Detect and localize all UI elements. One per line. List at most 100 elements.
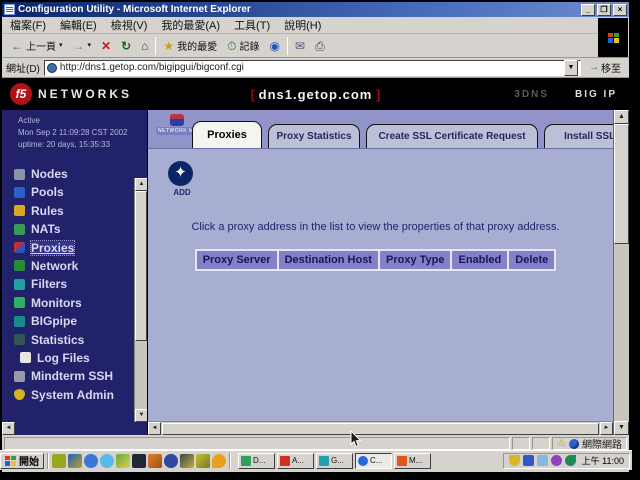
favorites-button[interactable]: ★ 我的最愛 [160, 36, 220, 55]
page-vertical-scrollbar[interactable]: ▲ ▼ [613, 110, 629, 435]
task-button[interactable]: D... [238, 453, 275, 469]
toolbar-separator [155, 37, 156, 55]
scroll-up-icon[interactable]: ▲ [135, 178, 148, 191]
sidebar-item-network[interactable]: Network [14, 259, 147, 273]
network-icon [14, 260, 25, 271]
quick-launch-icon[interactable] [180, 454, 194, 468]
scroll-down-icon[interactable]: ▼ [135, 409, 148, 422]
home-button[interactable]: ⌂ [138, 38, 151, 54]
tab-install-ssl-certificate[interactable]: Install SSL Certif [544, 124, 613, 148]
column-header-enabled: Enabled [452, 251, 507, 269]
scroll-left-icon[interactable]: ◄ [2, 422, 15, 435]
tab-strip: NETWORK MAP Proxies Proxy Statistics Cre… [148, 110, 613, 149]
menu-bar: 檔案(F) 編輯(E) 檢視(V) 我的最愛(A) 工具(T) 說明(H) [2, 17, 629, 34]
sidebar-item-filters[interactable]: Filters [14, 277, 147, 291]
taskbar: 開始 D... A... G... C... [0, 450, 632, 470]
proxies-panel: ✦ ADD Click a proxy address in the list … [148, 149, 613, 421]
menu-favorites[interactable]: 我的最愛(A) [161, 17, 220, 33]
quick-launch-icon[interactable] [212, 454, 226, 468]
go-button[interactable]: → 移至 [585, 60, 625, 75]
sidebar-item-nodes[interactable]: Nodes [14, 167, 147, 181]
menu-file[interactable]: 檔案(F) [10, 17, 46, 33]
sidebar-item-statistics[interactable]: Statistics [14, 333, 147, 347]
minimize-button[interactable]: _ [581, 4, 595, 16]
task-button[interactable]: M... [394, 453, 431, 469]
scrollbar-thumb[interactable] [614, 124, 629, 244]
tray-icon[interactable] [551, 455, 562, 466]
go-arrow-icon: → [589, 62, 599, 73]
address-field[interactable]: ▼ [44, 60, 581, 76]
browser-window: Configuration Utility - Microsoft Intern… [2, 2, 629, 472]
scroll-left-icon[interactable]: ◄ [148, 422, 161, 435]
refresh-button[interactable]: ↻ [118, 38, 134, 54]
close-button[interactable]: × [613, 4, 627, 16]
forward-dropdown-icon[interactable]: ▾ [88, 40, 92, 52]
tab-proxy-statistics[interactable]: Proxy Statistics [268, 124, 360, 148]
back-dropdown-icon[interactable]: ▾ [59, 40, 63, 52]
quick-launch-icon[interactable] [132, 454, 146, 468]
scroll-down-icon[interactable]: ▼ [614, 421, 629, 435]
tray-icon[interactable] [509, 455, 520, 466]
sidebar-item-system-admin[interactable]: System Admin [14, 388, 147, 402]
add-icon[interactable]: ✦ [168, 161, 193, 186]
menu-edit[interactable]: 編輯(E) [60, 17, 97, 33]
menu-help[interactable]: 說明(H) [284, 17, 321, 33]
refresh-icon: ↻ [121, 40, 131, 52]
start-label: 開始 [19, 453, 39, 468]
home-icon: ⌂ [141, 40, 148, 52]
scroll-up-icon[interactable]: ▲ [614, 110, 629, 124]
print-button[interactable]: ⎙ [312, 38, 328, 54]
scroll-right-icon[interactable]: ► [600, 422, 613, 435]
start-button[interactable]: 開始 [0, 453, 44, 469]
sidebar-scrollbar[interactable]: ▲ ▼ [134, 178, 147, 422]
media-button[interactable]: ◉ [267, 38, 283, 54]
mail-button[interactable]: ✉ [292, 38, 308, 54]
quick-launch-icon[interactable] [100, 454, 114, 468]
system-admin-icon [14, 389, 25, 400]
task-button-active[interactable]: C... [355, 453, 392, 469]
quick-launch-icon[interactable] [148, 454, 162, 468]
menu-tools[interactable]: 工具(T) [234, 17, 270, 33]
forward-button[interactable]: → ▾ [70, 38, 95, 54]
quick-launch-icon[interactable] [52, 454, 66, 468]
sidebar-item-bigpipe[interactable]: BIGpipe [14, 314, 147, 328]
quick-launch-icon[interactable] [116, 454, 130, 468]
sidebar-item-log-files[interactable]: Log Files [14, 351, 147, 365]
address-label: 網址(D) [6, 60, 40, 75]
back-button[interactable]: ← 上一頁 ▾ [8, 36, 66, 55]
horizontal-scrollbar[interactable]: ◄ ► [148, 421, 613, 435]
quick-launch-icon[interactable] [68, 454, 82, 468]
tray-icon[interactable] [523, 455, 534, 466]
sidebar-item-nats[interactable]: NATs [14, 222, 147, 236]
sidebar-item-mindterm-ssh[interactable]: Mindterm SSH [14, 369, 147, 383]
sidebar-item-monitors[interactable]: Monitors [14, 296, 147, 310]
proxy-table: Proxy Server Destination Host Proxy Type… [148, 249, 603, 271]
tray-icon[interactable] [565, 455, 576, 466]
task-icon [397, 456, 407, 466]
task-button[interactable]: G... [316, 453, 353, 469]
quick-launch-icon[interactable] [84, 454, 98, 468]
add-proxy-button[interactable]: ✦ ADD [168, 161, 196, 197]
column-header-destination-host: Destination Host [279, 251, 378, 269]
mouse-cursor [350, 430, 362, 448]
restore-button[interactable]: ❐ [597, 4, 611, 16]
task-button[interactable]: A... [277, 453, 314, 469]
go-label: 移至 [601, 60, 621, 75]
url-input[interactable] [60, 62, 561, 73]
quick-launch-icon[interactable] [196, 454, 210, 468]
status-datetime: Mon Sep 2 11:09:28 CST 2002 [18, 127, 147, 139]
sidebar-item-proxies[interactable]: Proxies [14, 241, 147, 255]
quick-launch-icon[interactable] [164, 454, 178, 468]
tray-icon[interactable] [537, 455, 548, 466]
tab-proxies[interactable]: Proxies [192, 121, 262, 148]
history-button[interactable]: ⏱ 記錄 [224, 36, 262, 55]
scrollbar-thumb[interactable] [162, 423, 599, 435]
scrollbar-thumb[interactable] [135, 191, 147, 341]
sidebar-item-pools[interactable]: Pools [14, 185, 147, 199]
task-buttons: D... A... G... C... M... [238, 453, 431, 469]
menu-view[interactable]: 檢視(V) [111, 17, 148, 33]
tab-create-ssl-certificate-request[interactable]: Create SSL Certificate Request [366, 124, 538, 148]
stop-button[interactable]: ✕ [98, 38, 114, 54]
address-dropdown-icon[interactable]: ▼ [564, 60, 578, 76]
sidebar-item-rules[interactable]: Rules [14, 204, 147, 218]
